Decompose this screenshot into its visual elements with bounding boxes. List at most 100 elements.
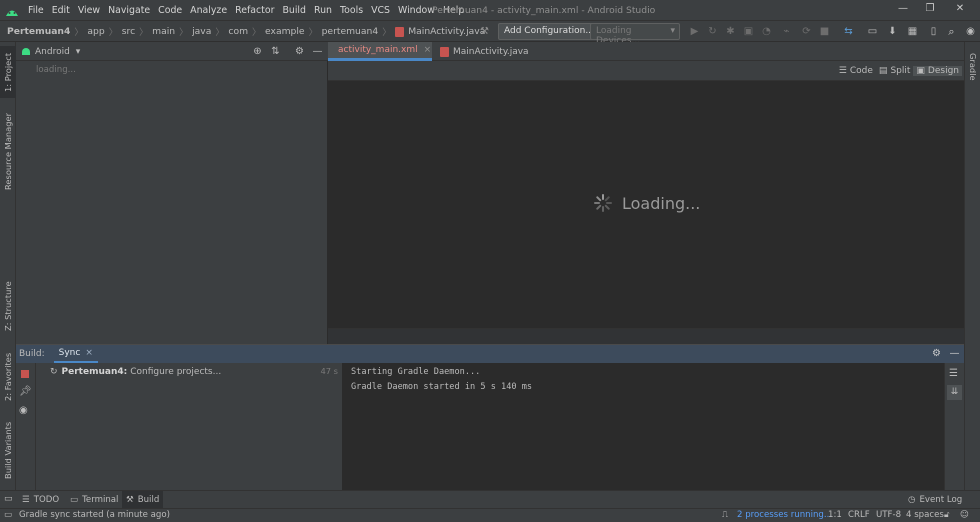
tab-terminal[interactable]: ▭ Terminal [66,491,122,509]
menu-vcs[interactable]: VCS [367,5,394,16]
tab-build-variants-label: Build Variants [3,421,13,479]
locate-icon[interactable]: ⊕ [251,45,264,58]
profile-icon[interactable]: ◔ [760,25,773,38]
close-tab-icon[interactable]: × [85,348,93,358]
pin-icon[interactable]: 📌︎ [19,386,32,397]
breadcrumb-pertemuan4[interactable]: pertemuan4 [322,26,379,37]
eye-icon[interactable]: ◉ [19,405,28,416]
tab-build-variants[interactable]: Build Variants [0,416,16,484]
indent-setting[interactable]: 4 spaces [906,510,944,520]
design-view-button[interactable]: ▣ Design [913,66,962,76]
tab-build[interactable]: ⚒ Build [122,491,164,509]
navigation-bar: Pertemuan4 〉 app 〉 src 〉 main 〉 java 〉 com 〉 e… [0,21,980,46]
code-view-button[interactable]: ☰ Code [836,66,876,76]
event-log-icon: ◷ [908,495,916,505]
cursor-position[interactable]: 1:1 [828,510,842,520]
breadcrumb-project[interactable]: Pertemuan4 [7,26,70,37]
event-log-button[interactable]: ◷ Event Log [904,491,966,509]
editor-footer [328,328,964,344]
rerun-icon[interactable]: ↻ [706,25,719,38]
build-tree[interactable]: ↻ Pertemuan4: Configure projects... 47 s [36,363,343,490]
code-view-icon: ☰ [838,66,847,76]
tab-structure[interactable]: Z: Structure [0,278,16,334]
line-separator[interactable]: CRLF [848,510,870,520]
gear-icon[interactable]: ⚙ [930,347,943,360]
tool-windows-icon[interactable]: ▭ [4,494,13,504]
stop-icon[interactable]: ■ [818,25,831,38]
status-message[interactable]: Gradle sync started (a minute ago) [19,510,170,520]
build-toolbar: 📌︎ ◉ [16,363,36,490]
editor-tab-bar: activity_main.xml × MainActivity.java [328,42,964,61]
apply-changes-icon[interactable]: ⟳ [800,25,813,38]
breadcrumb-app[interactable]: app [87,26,104,37]
tab-gradle[interactable]: Gradle [965,46,980,88]
tab-terminal-label: Terminal [82,495,119,505]
status-left-icon[interactable]: ▭ [4,510,12,520]
sync-icon[interactable]: ⇆ [842,25,855,38]
breadcrumb-example[interactable]: example [265,26,305,37]
split-view-button[interactable]: ▤ Split [876,66,913,76]
close-tab-icon[interactable]: × [424,45,432,55]
tab-sync[interactable]: Sync × [53,345,98,363]
menu-tools[interactable]: Tools [336,5,367,16]
breadcrumb-main[interactable]: main [152,26,175,37]
gear-icon[interactable]: ⚙ [293,45,306,58]
tab-project-label: 1: Project [3,52,13,92]
tab-main-activity[interactable]: MainActivity.java [434,42,535,61]
hide-icon[interactable]: — [311,45,324,58]
tab-resource-manager[interactable]: Resource Manager [0,110,16,192]
menu-code[interactable]: Code [154,5,186,16]
menu-build[interactable]: Build [278,5,310,16]
avd-icon[interactable]: ▯ [927,25,940,38]
menu-run[interactable]: Run [310,5,336,16]
project-view-selector[interactable]: Android [35,47,70,57]
tab-todo[interactable]: ☰ TODO [18,491,63,509]
add-configuration-button[interactable]: Add Configuration... [498,23,600,40]
soft-wrap-icon[interactable]: ☰ [949,368,958,379]
menu-navigate[interactable]: Navigate [104,5,154,16]
menu-view[interactable]: View [74,5,104,16]
build-project-name: Pertemuan4: [61,366,128,377]
file-encoding[interactable]: UTF-8 [876,510,901,520]
processes-link[interactable]: 2 processes running... [737,510,832,520]
stop-icon[interactable] [21,370,29,378]
run-icon[interactable]: ▶ [688,25,701,38]
build-console[interactable]: Starting Gradle Daemon... Gradle Daemon … [343,363,944,490]
android-icon [22,48,30,55]
debug-icon[interactable]: ✱ [724,25,737,38]
search-icon[interactable]: ⌕ [945,25,958,38]
devices-dropdown[interactable]: Loading Devices... ▾ [590,23,680,46]
maximize-button[interactable]: ❐ [922,3,938,17]
terminal-icon: ▭ [70,495,79,505]
design-surface[interactable]: Loading... [328,81,964,328]
scroll-to-end-icon[interactable]: ⇊ [947,385,962,400]
breadcrumb-src[interactable]: src [122,26,135,37]
breadcrumb-file[interactable]: MainActivity.java [395,26,485,37]
attach-icon[interactable]: ⌁ [780,25,793,38]
tab-activity-main[interactable]: activity_main.xml × [328,42,432,61]
menu-analyze[interactable]: Analyze [186,5,231,16]
hammer-icon[interactable]: ⚒ [478,25,491,38]
close-button[interactable]: ✕ [952,3,968,17]
tab-favorites[interactable]: 2: Favorites [0,348,16,406]
coverage-icon[interactable]: ▣ [742,25,755,38]
collapse-all-icon[interactable]: ⇅ [269,45,282,58]
left-tool-stripe: 1: Project Resource Manager Z: Structure… [0,42,16,490]
build-task-text: Configure projects... [130,366,222,377]
inspector-icon[interactable]: ☺ [960,510,969,520]
device-manager-icon[interactable]: ▭ [866,25,879,38]
account-icon[interactable]: ◉ [964,25,977,38]
lock-icon[interactable]: 🔓︎ [944,510,950,520]
tab-project[interactable]: 1: Project [0,46,16,98]
sdk-manager-icon[interactable]: ⬇ [886,25,899,38]
layout-inspector-icon[interactable]: ▦ [906,25,919,38]
breadcrumb-com[interactable]: com [228,26,248,37]
breadcrumb-java[interactable]: java [192,26,211,37]
hide-icon[interactable]: — [948,347,961,360]
project-tree[interactable]: loading... [16,61,327,344]
menu-refactor[interactable]: Refactor [231,5,278,16]
menu-file[interactable]: File [24,5,48,16]
minimize-button[interactable]: — [895,3,911,17]
build-tree-item[interactable]: ↻ Pertemuan4: Configure projects... [50,365,221,378]
menu-edit[interactable]: Edit [48,5,74,16]
